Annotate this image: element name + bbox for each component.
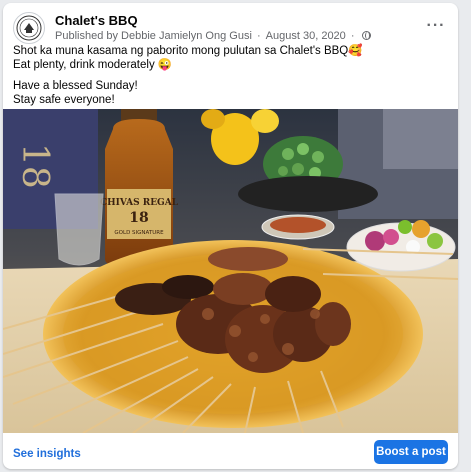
post-message: Shot ka muna kasama ng paborito mong pul… [13, 44, 448, 107]
page-logo-icon [16, 15, 42, 41]
publisher-text[interactable]: Published by Debbie Jamielyn Ong Gusi [55, 30, 252, 42]
more-horizontal-icon: ··· [426, 17, 446, 34]
more-options-button[interactable]: ··· [424, 16, 448, 36]
message-line: Have a blessed Sunday! [13, 80, 138, 92]
see-insights-link[interactable]: See insights [13, 448, 81, 460]
post-photo[interactable]: 18 CHIVAS REGAL 18 GOLD SIGNATURE [3, 109, 458, 433]
post-card: Chalet's BBQ Published by Debbie Jamiely… [3, 3, 458, 469]
message-line: Stay safe everyone! [13, 94, 115, 106]
bbq-photo-illustration: 18 CHIVAS REGAL 18 GOLD SIGNATURE [3, 109, 458, 433]
post-date[interactable]: August 30, 2020 [266, 30, 346, 42]
post-header: Chalet's BBQ Published by Debbie Jamiely… [13, 12, 448, 44]
page-name[interactable]: Chalet's BBQ [55, 13, 138, 28]
post-meta: Published by Debbie Jamielyn Ong Gusi · … [55, 30, 371, 42]
page-avatar[interactable] [13, 12, 45, 44]
message-line: Shot ka muna kasama ng paborito mong pul… [13, 45, 363, 57]
bottle-sub-text: GOLD SIGNATURE [114, 230, 164, 236]
post-footer: See insights Boost a post [3, 433, 458, 469]
bottle-age-text: 18 [129, 210, 148, 226]
bottle-brand-text: CHIVAS REGAL [100, 198, 179, 208]
box-text: 18 [14, 143, 55, 189]
globe-icon[interactable] [361, 31, 371, 40]
message-line: Eat plenty, drink moderately 😜 [13, 59, 173, 71]
boost-post-button[interactable]: Boost a post [374, 440, 448, 464]
